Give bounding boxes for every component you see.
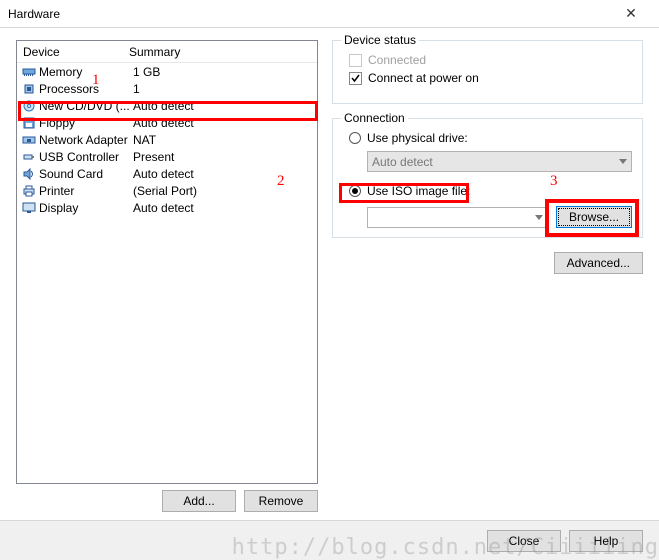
list-rows: Memory 1 GB Processors 1 New CD/DVD (...… [17,63,317,216]
device-status-group: Device status Connected Connect at power… [332,40,643,104]
row-printer[interactable]: Printer (Serial Port) [17,182,317,199]
device-name: Network Adapter [39,133,131,147]
network-icon [21,132,37,148]
list-header: Device Summary [17,41,317,63]
connected-checkbox: Connected [349,51,632,69]
device-summary: (Serial Port) [131,184,317,198]
window-title: Hardware [8,7,611,21]
iso-radio[interactable]: Use ISO image file: [349,182,632,200]
display-icon [21,200,37,216]
device-name: Memory [39,65,131,79]
advanced-button[interactable]: Advanced... [554,252,643,274]
memory-icon [21,64,37,80]
iso-combo[interactable] [367,207,548,228]
row-cd-dvd[interactable]: New CD/DVD (... Auto detect [17,97,317,114]
physical-value: Auto detect [372,155,433,169]
close-icon[interactable]: ✕ [611,5,651,22]
advanced-row: Advanced... [332,252,643,274]
radio-icon [349,132,361,144]
detail-panel: Device status Connected Connect at power… [332,40,643,512]
bottom-bar: Close Help [0,520,659,560]
device-summary: 1 [131,82,317,96]
device-list-panel: Device Summary Memory 1 GB Processors 1 … [16,40,318,512]
browse-button[interactable]: Browse... [556,206,632,228]
content: Device Summary Memory 1 GB Processors 1 … [16,40,643,512]
device-summary: Auto detect [131,116,317,130]
row-memory[interactable]: Memory 1 GB [17,63,317,80]
device-summary: Auto detect [131,167,317,181]
device-summary: Auto detect [131,99,317,113]
close-button[interactable]: Close [487,530,561,552]
printer-icon [21,183,37,199]
radio-icon [349,185,361,197]
device-summary: NAT [131,133,317,147]
device-name: USB Controller [39,150,131,164]
help-button[interactable]: Help [569,530,643,552]
device-name: Sound Card [39,167,131,181]
row-sound[interactable]: Sound Card Auto detect [17,165,317,182]
device-summary: Auto detect [131,201,317,215]
device-name: Printer [39,184,131,198]
device-summary: 1 GB [131,65,317,79]
remove-button[interactable]: Remove [244,490,318,512]
device-name: Floppy [39,116,131,130]
checkbox-icon [349,54,362,67]
group-legend: Device status [341,33,419,47]
row-floppy[interactable]: Floppy Auto detect [17,114,317,131]
list-buttons: Add... Remove [16,490,318,512]
titlebar: Hardware ✕ [0,0,659,28]
usb-icon [21,149,37,165]
disc-icon [21,98,37,114]
row-display[interactable]: Display Auto detect [17,199,317,216]
device-name: Processors [39,82,131,96]
physical-label: Use physical drive: [367,131,468,145]
connected-label: Connected [368,53,426,67]
poweron-checkbox[interactable]: Connect at power on [349,69,632,87]
checkbox-icon [349,72,362,85]
physical-radio[interactable]: Use physical drive: [349,129,632,147]
device-list[interactable]: Device Summary Memory 1 GB Processors 1 … [16,40,318,484]
iso-path-row: Browse... [367,206,632,228]
row-usb[interactable]: USB Controller Present [17,148,317,165]
iso-label: Use ISO image file: [367,184,470,198]
device-name: Display [39,201,131,215]
connection-group: Connection Use physical drive: Auto dete… [332,118,643,238]
floppy-icon [21,115,37,131]
device-summary: Present [131,150,317,164]
chevron-down-icon [535,215,543,220]
physical-combo: Auto detect [367,151,632,172]
row-network[interactable]: Network Adapter NAT [17,131,317,148]
col-summary[interactable]: Summary [127,45,317,59]
col-device[interactable]: Device [17,45,127,59]
cpu-icon [21,81,37,97]
sound-icon [21,166,37,182]
poweron-label: Connect at power on [368,71,479,85]
group-legend: Connection [341,111,408,125]
device-name: New CD/DVD (... [39,99,131,113]
add-button[interactable]: Add... [162,490,236,512]
chevron-down-icon [619,159,627,164]
row-processors[interactable]: Processors 1 [17,80,317,97]
